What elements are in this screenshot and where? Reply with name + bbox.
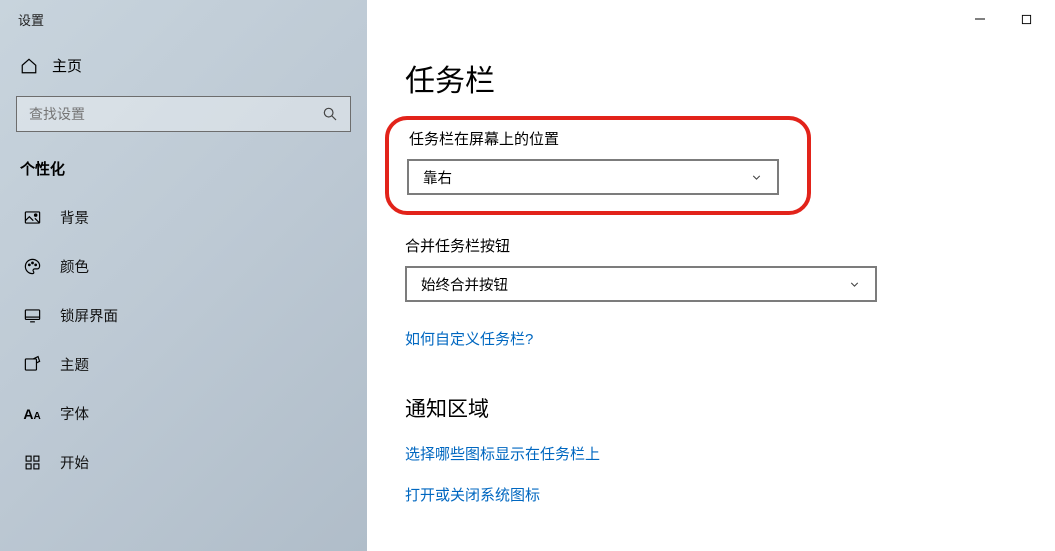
dropdown-value: 始终合并按钮 bbox=[421, 274, 508, 295]
sidebar-item-start[interactable]: 开始 bbox=[0, 438, 367, 487]
system-icons-link[interactable]: 打开或关闭系统图标 bbox=[405, 484, 1055, 505]
start-icon bbox=[22, 454, 42, 471]
window-controls bbox=[957, 4, 1049, 34]
picture-icon bbox=[22, 208, 42, 227]
sidebar-item-label: 开始 bbox=[60, 452, 89, 473]
home-label: 主页 bbox=[52, 55, 82, 76]
sidebar-item-fonts[interactable]: AA 字体 bbox=[0, 389, 367, 438]
position-dropdown[interactable]: 靠右 bbox=[407, 159, 779, 195]
home-icon bbox=[20, 57, 38, 75]
customize-link[interactable]: 如何自定义任务栏? bbox=[405, 328, 1055, 349]
sidebar: 设置 主页 个性化 背景 颜色 锁屏界面 bbox=[0, 0, 367, 551]
dropdown-value: 靠右 bbox=[423, 167, 452, 188]
monitor-icon bbox=[22, 306, 42, 325]
edit-icon bbox=[22, 355, 42, 374]
sidebar-item-background[interactable]: 背景 bbox=[0, 193, 367, 242]
notification-area-heading: 通知区域 bbox=[405, 393, 1055, 423]
combine-dropdown[interactable]: 始终合并按钮 bbox=[405, 266, 877, 302]
sidebar-item-label: 背景 bbox=[60, 207, 89, 228]
position-label: 任务栏在屏幕上的位置 bbox=[407, 128, 779, 149]
chevron-down-icon bbox=[750, 171, 763, 184]
search-input[interactable] bbox=[29, 106, 322, 122]
section-header: 个性化 bbox=[0, 152, 367, 193]
sidebar-item-themes[interactable]: 主题 bbox=[0, 340, 367, 389]
combine-group: 合并任务栏按钮 始终合并按钮 bbox=[405, 235, 877, 302]
sidebar-item-label: 字体 bbox=[60, 403, 89, 424]
combine-label: 合并任务栏按钮 bbox=[405, 235, 877, 256]
search-box[interactable] bbox=[16, 96, 351, 132]
sidebar-item-label: 颜色 bbox=[60, 256, 89, 277]
app-title: 设置 bbox=[0, 6, 367, 45]
page-title: 任务栏 bbox=[405, 56, 1055, 100]
main-content: 任务栏 任务栏在屏幕上的位置 靠右 合并任务栏按钮 始终合并按钮 如何自定义任务… bbox=[367, 0, 1055, 551]
sidebar-item-label: 主题 bbox=[60, 354, 89, 375]
sidebar-item-label: 锁屏界面 bbox=[60, 305, 118, 326]
font-icon: AA bbox=[22, 406, 42, 422]
select-icons-link[interactable]: 选择哪些图标显示在任务栏上 bbox=[405, 443, 1055, 464]
search-icon bbox=[322, 106, 338, 122]
highlight-annotation: 任务栏在屏幕上的位置 靠右 bbox=[385, 116, 811, 215]
home-nav[interactable]: 主页 bbox=[0, 45, 367, 86]
sidebar-item-colors[interactable]: 颜色 bbox=[0, 242, 367, 291]
minimize-button[interactable] bbox=[957, 4, 1003, 34]
chevron-down-icon bbox=[848, 278, 861, 291]
palette-icon bbox=[22, 257, 42, 276]
sidebar-item-lockscreen[interactable]: 锁屏界面 bbox=[0, 291, 367, 340]
maximize-button[interactable] bbox=[1003, 4, 1049, 34]
